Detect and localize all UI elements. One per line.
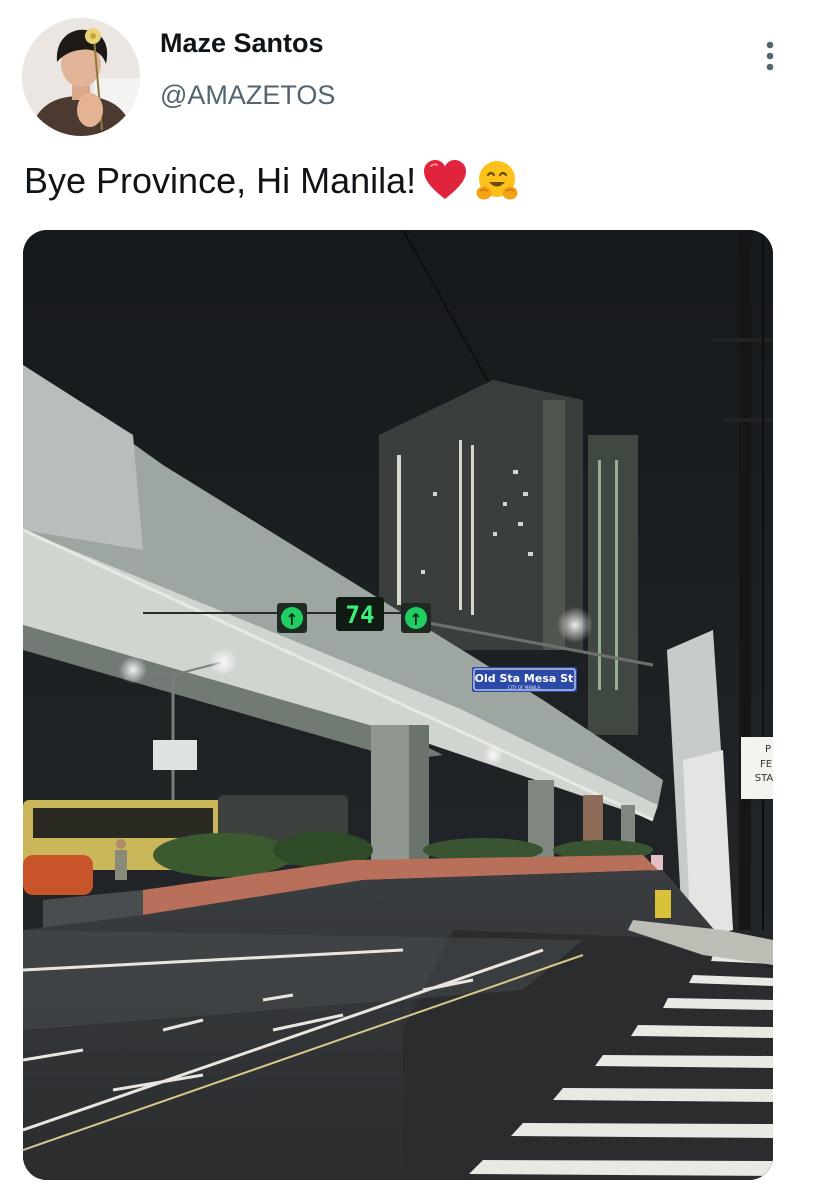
avatar[interactable] (22, 18, 140, 136)
more-options-button[interactable] (752, 36, 788, 76)
side-sign: P FE STA (741, 737, 773, 799)
street-sign-name: Old Sta Mesa St (475, 672, 574, 685)
right-signal-arrow: ↑ (409, 610, 422, 629)
signal-countdown: 74 (346, 601, 375, 629)
red-heart-icon (424, 160, 467, 199)
user-handle[interactable]: @AMAZETOS (160, 80, 335, 111)
svg-text:STA: STA (755, 773, 773, 784)
tweet-text-container: Bye Province, Hi Manila! (24, 158, 520, 204)
more-vertical-icon (766, 41, 774, 71)
tweet-photo[interactable]: ↑ 74 ↑ Old Sta Mesa St CITY OF MANILA P … (23, 230, 773, 1180)
svg-text:P: P (765, 744, 771, 755)
left-signal-arrow: ↑ (285, 610, 298, 629)
street-sign: Old Sta Mesa St CITY OF MANILA (472, 667, 577, 692)
hugging-face-icon (476, 161, 518, 200)
svg-text:FE: FE (760, 759, 772, 770)
street-sign-city: CITY OF MANILA (508, 685, 541, 690)
display-name[interactable]: Maze Santos (160, 28, 324, 59)
tweet-text: Bye Province, Hi Manila! (24, 160, 417, 201)
